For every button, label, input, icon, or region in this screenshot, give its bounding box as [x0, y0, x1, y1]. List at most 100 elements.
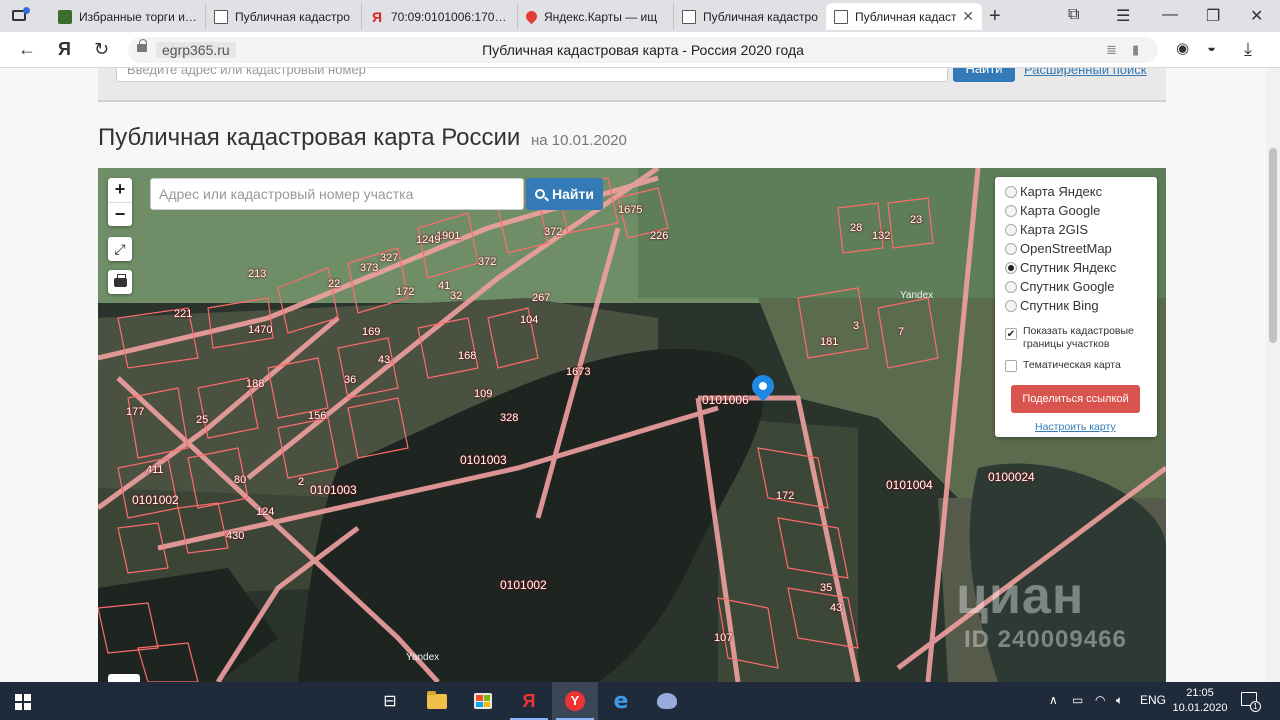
system-clock[interactable]: 21:05 10.01.2020 [1170, 686, 1230, 716]
parcel-number: 188 [246, 378, 265, 390]
map-layers-panel: Карта Яндекс Карта Google Карта 2GIS Ope… [995, 177, 1157, 437]
parcel-number: 327 [380, 252, 399, 264]
parcel-number: 373 [360, 262, 379, 274]
yandex-logo[interactable]: Я [58, 39, 71, 60]
fullscreen-button[interactable]: ⤢ [108, 237, 132, 261]
folder-icon [427, 690, 447, 709]
parcel-number: 181 [820, 336, 839, 348]
taskbar-explorer[interactable] [414, 682, 460, 720]
layer-2gis-map[interactable]: Карта 2GIS [1005, 220, 1157, 239]
close-window-icon[interactable]: ✕ [1250, 6, 1263, 26]
top-search-panel: Введите адрес или кадастровый номер Найт… [98, 68, 1166, 102]
setup-map-link[interactable]: Настроить карту [1035, 421, 1157, 433]
document-icon [682, 9, 696, 24]
zoom-in-button[interactable]: + [108, 178, 132, 202]
zoom-control: + − [108, 178, 132, 226]
wifi-icon[interactable]: ◠ [1095, 693, 1105, 707]
radio-button[interactable] [1005, 204, 1017, 217]
taskbar-yandex[interactable]: Я [506, 682, 552, 720]
battery-icon[interactable]: ▭ [1072, 693, 1083, 707]
printer-icon [113, 273, 127, 287]
yandex-icon: Я [522, 690, 536, 711]
radio-button[interactable] [1005, 223, 1017, 236]
green-square-icon [58, 9, 72, 24]
reload-icon[interactable]: ↻ [94, 39, 109, 60]
parcel-number: 430 [226, 530, 245, 542]
thematic-map-option[interactable]: Тематическая карта [1005, 357, 1157, 372]
yandex-map-mark: Yandex [406, 652, 440, 663]
extension-icon[interactable]: ◉ [1176, 39, 1189, 57]
taskbar-edge[interactable]: e [598, 682, 644, 720]
new-tab-button[interactable]: + [989, 5, 1001, 28]
language-indicator[interactable]: ENG [1140, 693, 1166, 707]
protect-icon[interactable]: ◒ [1207, 39, 1216, 56]
checkbox-checked-icon[interactable]: ✔ [1005, 328, 1017, 340]
tab-cadastral-2[interactable]: Публичная кадастро [674, 3, 830, 30]
reader-mode-icon[interactable]: ≣ [1106, 42, 1117, 58]
tab-favorite-bids[interactable]: Избранные торги и… [50, 3, 206, 30]
windows-taskbar: ⊟ Я Y e ∧ ▭ ◠ 🔈︎ ENG 21:05 10.01.2020 1 [0, 682, 1280, 720]
close-tab-icon[interactable]: ✕ [962, 8, 974, 25]
map-search-input[interactable]: Адрес или кадастровый номер участка [150, 178, 524, 210]
layer-google-satellite[interactable]: Спутник Google [1005, 277, 1157, 296]
back-arrow-icon[interactable]: ← [18, 39, 36, 60]
tab-yandex-maps[interactable]: Яндекс.Карты — ищ [518, 3, 674, 30]
tray-chevron-icon[interactable]: ∧ [1049, 693, 1058, 707]
show-borders-option[interactable]: ✔ Показать кадастровые границы участков [1005, 325, 1157, 351]
parcel-number: 1673 [566, 366, 591, 378]
advanced-search-link[interactable]: Расширенный поиск [1024, 68, 1146, 77]
tab-cadastral-active[interactable]: Публичная кадаст ✕ [826, 3, 982, 30]
parcel-number: 221 [174, 308, 193, 320]
scrollbar-thumb[interactable] [1269, 148, 1277, 343]
print-button[interactable] [108, 270, 132, 294]
top-search-input[interactable]: Введите адрес или кадастровый номер [116, 68, 948, 82]
quarter-label: 0101006 [702, 393, 749, 407]
expand-icon: ⤢ [114, 240, 126, 257]
document-icon [214, 9, 228, 24]
layer-bing-satellite[interactable]: Спутник Bing [1005, 296, 1157, 315]
bookmarks-icon[interactable]: ⧉ [1068, 6, 1079, 24]
parcel-number: 226 [650, 230, 669, 242]
tab-manager-icon[interactable] [12, 7, 32, 25]
parcel-number: 104 [520, 314, 539, 326]
menu-icon[interactable]: ☰ [1116, 6, 1130, 26]
radio-button[interactable] [1005, 299, 1017, 312]
layer-google-map[interactable]: Карта Google [1005, 201, 1157, 220]
taskbar-yandex-browser[interactable]: Y [552, 682, 598, 720]
taskbar-store[interactable] [460, 682, 506, 720]
start-button-icon[interactable] [15, 694, 31, 710]
share-link-button[interactable]: Поделиться ссылкой [1011, 385, 1140, 413]
radio-button-selected[interactable] [1005, 261, 1017, 274]
cadastral-map[interactable]: 1675 372 226 28 132 23 1901 1249 373 327… [98, 168, 1166, 682]
parcel-number: 28 [850, 222, 863, 234]
layer-yandex-satellite[interactable]: Спутник Яндекс [1005, 258, 1157, 277]
radio-button[interactable] [1005, 280, 1017, 293]
bookmark-icon[interactable]: ▮ [1132, 42, 1139, 58]
parcel-number: 1675 [618, 204, 643, 216]
radio-button[interactable] [1005, 185, 1017, 198]
zoom-out-button[interactable]: − [108, 202, 132, 226]
radio-button[interactable] [1005, 242, 1017, 255]
store-icon [474, 693, 492, 709]
layer-yandex-map[interactable]: Карта Яндекс [1005, 182, 1157, 201]
minimize-icon[interactable]: — [1162, 6, 1178, 24]
download-icon[interactable]: ⤓ [1244, 39, 1252, 60]
checkbox-icon[interactable] [1005, 360, 1017, 372]
map-search-button[interactable]: Найти [526, 178, 603, 210]
quarter-label: 0101003 [310, 483, 357, 497]
restore-icon[interactable]: ❐ [1206, 6, 1220, 26]
document-icon [834, 9, 848, 24]
task-view-icon[interactable]: ⊟ [367, 682, 413, 720]
omnibox[interactable]: egrp365.ru Публичная кадастровая карта -… [128, 37, 1158, 63]
volume-icon[interactable]: 🔈︎ [1116, 693, 1123, 708]
tab-yandex-search[interactable]: Я 70:09:0101006:170 — [362, 3, 518, 30]
parcel-number: 22 [328, 278, 341, 290]
tab-cadastral-1[interactable]: Публичная кадастро [206, 3, 362, 30]
edge-icon: e [613, 688, 629, 714]
layer-openstreetmap[interactable]: OpenStreetMap [1005, 239, 1157, 258]
page-scrollbar[interactable] [1266, 68, 1280, 682]
taskbar-paint[interactable] [644, 682, 690, 720]
parcel-number: 411 [146, 464, 164, 476]
map-corner-control[interactable] [108, 674, 140, 682]
top-search-button[interactable]: Найти [953, 68, 1015, 82]
